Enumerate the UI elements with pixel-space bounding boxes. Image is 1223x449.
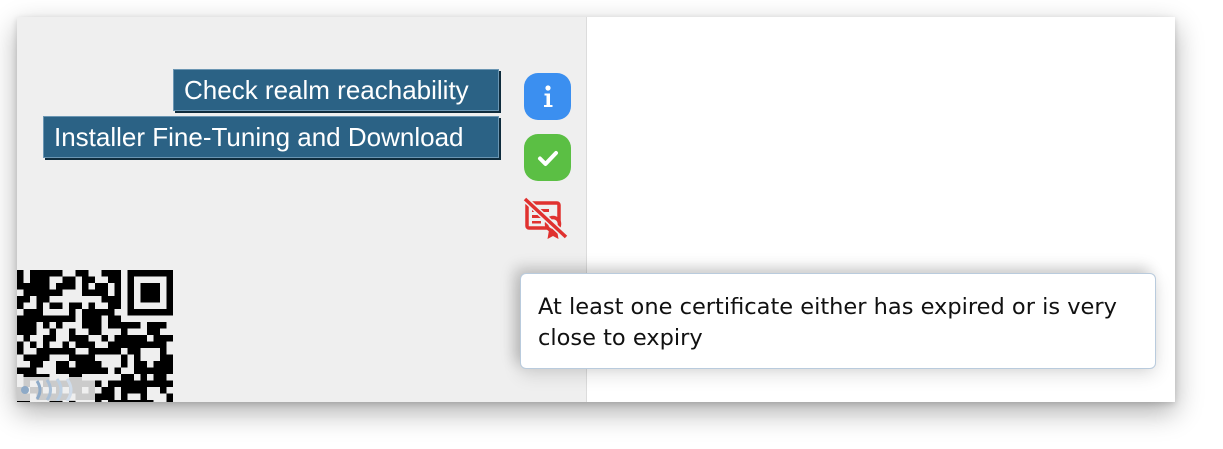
installer-fine-tuning-download-button[interactable]: Installer Fine-Tuning and Download (43, 116, 499, 158)
certificate-expired-icon[interactable] (522, 194, 570, 242)
certificate-expiry-tooltip: At least one certificate either has expi… (520, 273, 1156, 369)
info-icon[interactable] (524, 73, 571, 120)
check-icon (524, 134, 571, 181)
check-realm-reachability-button[interactable]: Check realm reachability (173, 69, 499, 111)
tooltip-text: At least one certificate either has expi… (538, 294, 1117, 351)
left-panel: Check realm reachability Installer Fine-… (17, 17, 587, 402)
wifi-signal-icon (17, 377, 95, 402)
